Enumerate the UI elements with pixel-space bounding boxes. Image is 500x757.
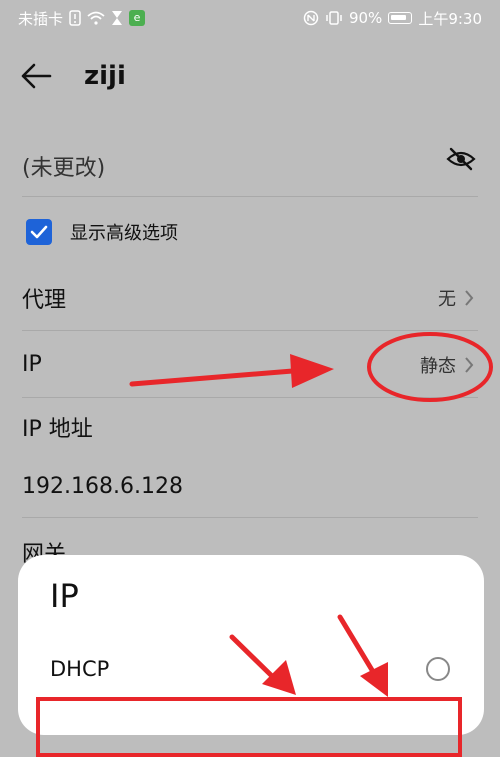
chevron-right-icon [465, 356, 474, 373]
proxy-value-text: 无 [438, 288, 456, 310]
checkmark-icon [30, 225, 48, 239]
proxy-title: 代理 [22, 287, 67, 313]
status-left: 未插卡 e [18, 8, 146, 29]
option-dhcp-radio[interactable] [426, 657, 450, 681]
nfc-icon [303, 10, 319, 26]
app-header: ziji [0, 48, 500, 104]
no-sim-icon [69, 10, 81, 26]
sheet-title: IP [50, 577, 79, 615]
ip-address-input[interactable] [22, 474, 322, 499]
ip-settings-title: IP [22, 352, 42, 377]
ip-address-title: IP 地址 [22, 417, 93, 442]
proxy-value[interactable]: 无 [438, 285, 474, 311]
password-input[interactable] [22, 155, 322, 181]
clock: 上午9:30 [418, 9, 482, 28]
annotation-highlight-box [36, 697, 462, 757]
ip-settings-row[interactable]: IP 静态 [22, 332, 478, 398]
wifi-icon [87, 11, 105, 25]
status-bar: 未插卡 e 90% 上午9:30 [0, 0, 500, 36]
ip-address-label-row: IP 地址 [22, 396, 478, 458]
app-notification-icon: e [129, 10, 146, 26]
ip-settings-value[interactable]: 静态 [420, 352, 474, 378]
proxy-row[interactable]: 代理 无 [22, 265, 478, 331]
network-name-title: ziji [84, 61, 126, 91]
sim-status-text: 未插卡 [18, 9, 64, 28]
password-field-row [22, 140, 478, 197]
ip-address-input-row [22, 456, 478, 518]
arrow-left-icon [21, 63, 52, 89]
advanced-options-label: 显示高级选项 [70, 223, 178, 244]
toggle-password-visibility-button[interactable] [444, 142, 478, 176]
option-dhcp[interactable]: DHCP [50, 649, 450, 689]
battery-percent: 90% [348, 9, 383, 27]
eye-off-icon [446, 147, 476, 171]
option-dhcp-label: DHCP [50, 657, 110, 681]
advanced-options-checkbox[interactable] [26, 219, 52, 245]
ip-settings-bottom-sheet: IP DHCP [18, 555, 484, 757]
back-button[interactable] [20, 48, 80, 104]
vibrate-icon [326, 11, 342, 25]
hourglass-icon [112, 11, 123, 25]
ip-settings-value-text: 静态 [420, 355, 456, 377]
advanced-options-row[interactable]: 显示高级选项 [26, 215, 178, 249]
chevron-right-icon [465, 289, 474, 306]
status-right: 90% 上午9:30 [303, 8, 482, 29]
battery-icon [388, 12, 413, 24]
